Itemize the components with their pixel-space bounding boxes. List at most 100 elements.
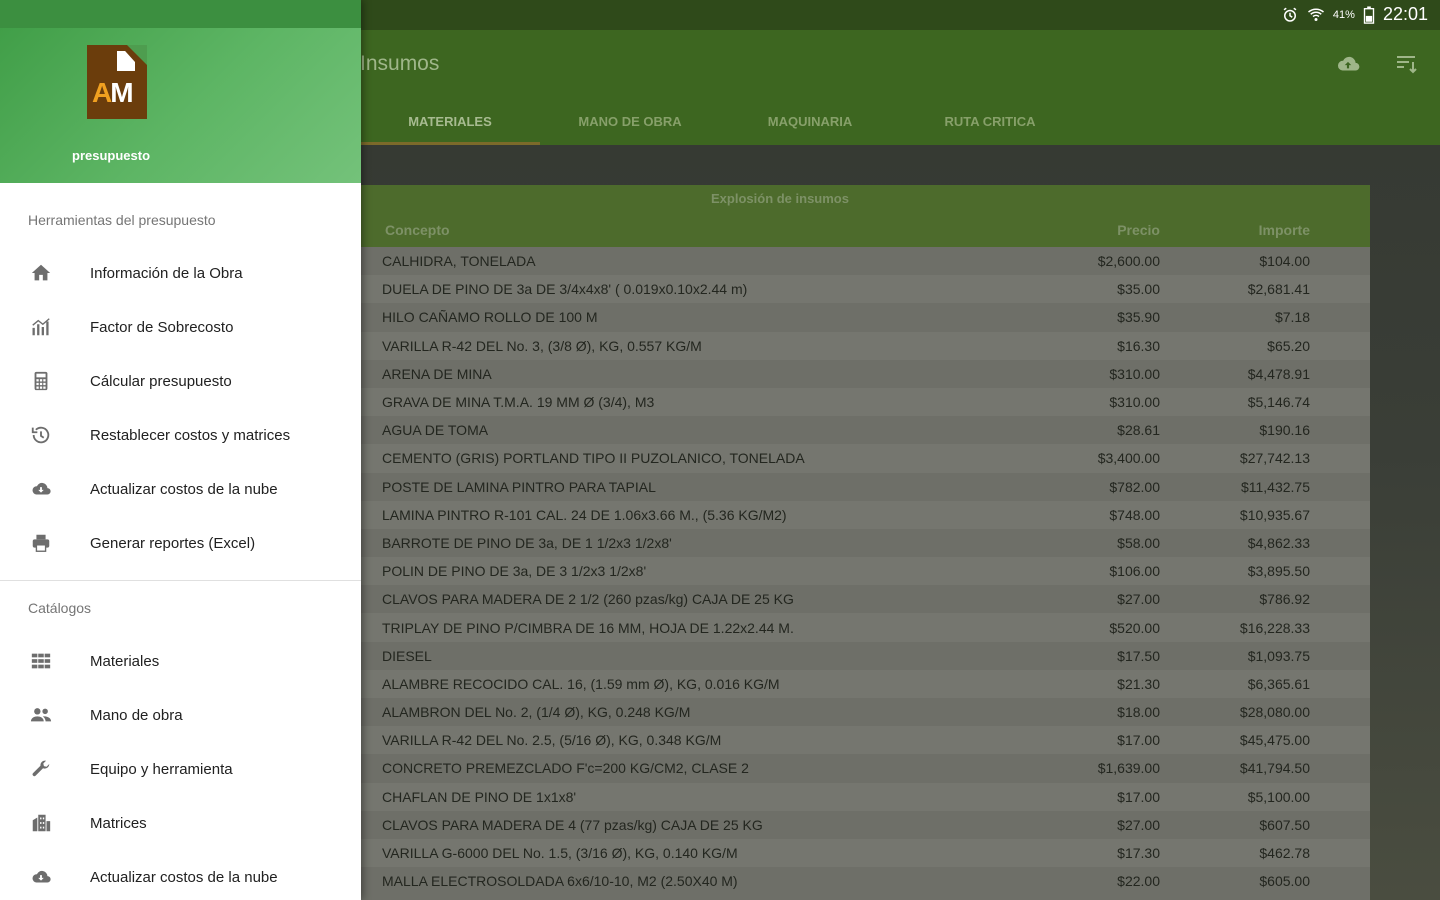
drawer-item-generar-reportes[interactable]: Generar reportes (Excel) bbox=[0, 516, 361, 570]
home-icon bbox=[27, 259, 55, 287]
cell-amount: $27,742.13 bbox=[1239, 450, 1310, 467]
drawer-item-materiales[interactable]: Materiales bbox=[0, 634, 361, 688]
drawer-item-factor-sobrecosto[interactable]: Factor de Sobrecosto bbox=[0, 300, 361, 354]
tab-ruta-critica[interactable]: RUTA CRITICA bbox=[900, 106, 1080, 145]
cell-amount: $11,432.75 bbox=[1240, 478, 1310, 495]
tab-bar: MATERIALES MANO DE OBRA MAQUINARIA RUTA … bbox=[360, 106, 1080, 145]
table-row[interactable]: GRAVA DE MINA T.M.A. 19 MM Ø (3/4), M3 $3… bbox=[190, 387, 1370, 417]
restore-icon bbox=[27, 421, 55, 449]
tab-materiales[interactable]: MATERIALES bbox=[360, 106, 540, 145]
table-row[interactable]: TRIPLAY DE PINO P/CIMBRA DE 16 MM, HOJA … bbox=[190, 613, 1370, 642]
page-title: Insumos bbox=[360, 52, 440, 75]
cell-price: $16.30 bbox=[1117, 337, 1160, 354]
cell-amount: $3,895.50 bbox=[1247, 563, 1310, 580]
drawer-item-label: Actualizar costos de la nube bbox=[90, 480, 278, 498]
drawer-item-actualizar-costos-nube-catalogos[interactable]: Actualizar costos de la nube bbox=[0, 850, 361, 900]
table-row[interactable]: CHAFLAN DE PINO DE 1x1x8' $17.00 $5,100.00 bbox=[190, 782, 1370, 811]
cell-price: $17.00 bbox=[1117, 788, 1160, 805]
cell-price: $17.50 bbox=[1117, 647, 1160, 664]
table-body: CALHIDRA, TONELADA $2,600.00 $104.00 DUELA … bbox=[190, 247, 1370, 896]
app-bar-actions bbox=[1334, 50, 1420, 78]
calculator-icon bbox=[27, 367, 55, 395]
table-row[interactable]: ARENA DE MINA $310.00 $4,478.91 bbox=[190, 359, 1370, 388]
cell-price: $35.90 bbox=[1117, 309, 1160, 326]
cell-amount: $5,146.74 bbox=[1247, 394, 1310, 411]
table-row[interactable]: DIESEL $17.50 $1,093.75 bbox=[190, 641, 1370, 670]
cell-amount: $41,794.50 bbox=[1239, 760, 1310, 777]
table-row[interactable]: CLAVOS PARA MADERA DE 4 (77 pzas/kg) CAJ… bbox=[190, 810, 1370, 839]
drawer-item-calcular-presupuesto[interactable]: Cálcular presupuesto bbox=[0, 354, 361, 408]
tab-maquinaria[interactable]: MAQUINARIA bbox=[720, 106, 900, 145]
cell-amount: $65.20 bbox=[1267, 337, 1310, 354]
table-row[interactable]: MALLA ELECTROSOLDADA 6x6/10-10, M2 (2.50… bbox=[190, 867, 1370, 896]
table-row[interactable]: POSTE DE LAMINA PINTRO PARA TAPIAL $782.0… bbox=[190, 472, 1370, 501]
table-row[interactable]: CLAVOS PARA MADERA DE 2 1/2 (260 pzas/kg… bbox=[190, 585, 1370, 614]
table-row[interactable]: CONCRETO PREMEZCLADO F'c=200 KG/CM2, CLA… bbox=[190, 754, 1370, 783]
cell-price: $106.00 bbox=[1109, 563, 1160, 580]
grid-icon bbox=[27, 647, 55, 675]
drawer-item-label: Factor de Sobrecosto bbox=[90, 318, 234, 336]
table-row[interactable]: VARILLA R-42 DEL No. 3, (3/8 Ø), KG, 0.5… bbox=[190, 331, 1370, 360]
logo-mark: AM bbox=[92, 77, 134, 108]
cell-price: $18.00 bbox=[1117, 704, 1160, 721]
cell-amount: $4,862.33 bbox=[1247, 534, 1310, 551]
table-header: Concepto Precio Importe bbox=[190, 213, 1370, 247]
supplies-table: Explosión de insumos Concepto Precio Imp… bbox=[190, 185, 1370, 900]
drawer-item-label: Actualizar costos de la nube bbox=[90, 868, 278, 886]
table-row[interactable]: DUELA DE PINO DE 3a DE 3/4x4x8' ( 0.019x… bbox=[190, 275, 1370, 304]
cell-amount: $4,478.91 bbox=[1247, 365, 1310, 382]
cell-amount: $607.50 bbox=[1259, 816, 1310, 833]
header-price: Precio bbox=[1117, 222, 1160, 238]
drawer-item-matrices[interactable]: Matrices bbox=[0, 796, 361, 850]
tab-mano-de-obra[interactable]: MANO DE OBRA bbox=[540, 106, 720, 145]
sort-icon[interactable] bbox=[1392, 50, 1420, 78]
cloud-icon bbox=[27, 863, 55, 891]
cell-amount: $1,093.75 bbox=[1247, 647, 1310, 664]
cell-amount: $190.16 bbox=[1259, 422, 1310, 439]
cell-amount: $45,475.00 bbox=[1239, 732, 1310, 749]
navigation-drawer: AM presupuesto Herramientas del presupue… bbox=[0, 0, 361, 900]
drawer-header: AM presupuesto bbox=[0, 0, 361, 183]
cell-amount: $6,365.61 bbox=[1247, 675, 1310, 692]
cell-price: $58.00 bbox=[1117, 534, 1160, 551]
table-row[interactable]: ALAMBRON DEL No. 2, (1/4 Ø), KG, 0.248 K… bbox=[190, 698, 1370, 727]
table-row[interactable]: BARROTE DE PINO DE 3a, DE 1 1/2x3 1/2x8'… bbox=[190, 528, 1370, 558]
print-icon bbox=[27, 529, 55, 557]
cell-price: $17.00 bbox=[1117, 732, 1160, 749]
table-row[interactable]: LAMINA PINTRO R-101 CAL. 24 DE 1.06x3.66… bbox=[190, 500, 1370, 529]
drawer-item-actualizar-costos-nube[interactable]: Actualizar costos de la nube bbox=[0, 462, 361, 516]
cell-price: $310.00 bbox=[1109, 394, 1160, 411]
cell-price: $3,400.00 bbox=[1097, 450, 1160, 467]
drawer-status-strip bbox=[0, 0, 361, 28]
cell-price: $21.30 bbox=[1117, 675, 1160, 692]
cloud-icon bbox=[27, 475, 55, 503]
cell-price: $520.00 bbox=[1109, 619, 1160, 636]
cell-amount: $7.18 bbox=[1274, 309, 1310, 326]
table-row[interactable]: AGUA DE TOMA $28.61 $190.16 bbox=[190, 416, 1370, 445]
table-row[interactable]: ALAMBRE RECOCIDO CAL. 16, (1.59 mm Ø), K… bbox=[190, 669, 1370, 698]
drawer-item-label: Equipo y herramienta bbox=[90, 760, 233, 778]
table-row[interactable]: HILO CAÑAMO ROLLO DE 100 M $35.90 $7.18 bbox=[190, 303, 1370, 332]
battery-icon bbox=[1363, 5, 1375, 24]
cell-amount: $605.00 bbox=[1259, 873, 1310, 890]
cell-amount: $786.92 bbox=[1259, 591, 1310, 608]
drawer-item-label: Generar reportes (Excel) bbox=[90, 534, 256, 552]
section-tools-title: Herramientas del presupuesto bbox=[28, 212, 216, 228]
table-row[interactable]: CEMENTO (GRIS) PORTLAND TIPO II PUZOLANI… bbox=[190, 444, 1370, 473]
table-row[interactable]: VARILLA G-6000 DEL No. 1.5, (3/16 Ø), KG… bbox=[190, 838, 1370, 868]
drawer-item-restablecer-costos[interactable]: Restablecer costos y matrices bbox=[0, 408, 361, 462]
app-name: presupuesto bbox=[72, 148, 151, 163]
cloud-upload-icon[interactable] bbox=[1334, 50, 1362, 78]
cell-price: $35.00 bbox=[1117, 281, 1160, 298]
wrench-icon bbox=[27, 755, 55, 783]
drawer-item-equipo-herramienta[interactable]: Equipo y herramienta bbox=[0, 742, 361, 796]
table-row[interactable]: VARILLA R-42 DEL No. 2.5, (5/16 Ø), KG, … bbox=[190, 726, 1370, 755]
table-row[interactable]: POLIN DE PINO DE 3a, DE 3 1/2x3 1/2x8' $1… bbox=[190, 557, 1370, 586]
table-caption: Explosión de insumos bbox=[190, 185, 1370, 213]
chart-icon bbox=[27, 313, 55, 341]
table-row[interactable]: CALHIDRA, TONELADA $2,600.00 $104.00 bbox=[190, 247, 1370, 276]
drawer-item-informacion-obra[interactable]: Información de la Obra bbox=[0, 246, 361, 300]
header-amount: Importe bbox=[1258, 222, 1310, 238]
clock: 22:01 bbox=[1382, 4, 1428, 24]
drawer-item-mano-de-obra[interactable]: Mano de obra bbox=[0, 688, 361, 742]
